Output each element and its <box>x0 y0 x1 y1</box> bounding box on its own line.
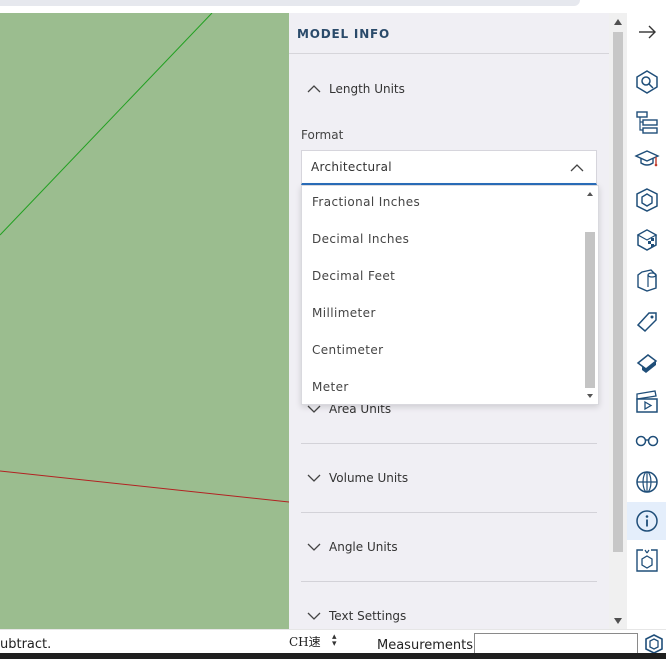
tab-shadow <box>0 0 580 6</box>
section-label: Volume Units <box>329 471 409 485</box>
measurements-label: Measurements <box>377 638 474 653</box>
scenes-button[interactable] <box>627 383 666 421</box>
section-label: Length Units <box>329 82 405 96</box>
chevron-up-icon <box>570 164 584 172</box>
scroll-down-arrow-icon[interactable] <box>587 394 593 398</box>
format-dropdown-list[interactable]: Fractional Inches Decimal Inches Decimal… <box>301 185 599 405</box>
scroll-up-arrow-icon[interactable] <box>614 19 622 25</box>
sketchup-logo-icon <box>645 634 663 654</box>
panel-scrollbar[interactable] <box>609 13 627 629</box>
viewport-axes <box>0 13 289 503</box>
dropdown-option[interactable]: Millimeter <box>312 306 376 320</box>
red-axis <box>0 470 289 503</box>
dropdown-option[interactable]: Decimal Feet <box>312 269 395 283</box>
chevron-up-icon <box>307 85 321 93</box>
outliner-button[interactable] <box>627 103 666 141</box>
model-info-icon <box>635 510 658 532</box>
status-message: ubtract. <box>0 637 52 652</box>
collapse-tray-button[interactable] <box>627 13 666 51</box>
shadows-icon <box>636 354 657 373</box>
outliner-icon <box>635 111 658 134</box>
dropdown-option[interactable]: Fractional Inches <box>312 195 420 209</box>
panel-scroll-thumb[interactable] <box>613 32 623 552</box>
top-strip <box>0 0 666 13</box>
shadows-button[interactable] <box>627 343 666 381</box>
section-length-units-header[interactable]: Length Units <box>301 74 597 104</box>
divider <box>301 443 597 444</box>
bottom-strip <box>0 653 666 659</box>
dropdown-option[interactable]: Meter <box>312 380 349 394</box>
model-info-button[interactable] <box>627 502 666 540</box>
styles-button[interactable] <box>627 261 666 299</box>
chevron-down-icon <box>307 543 321 551</box>
green-axis <box>0 13 213 236</box>
materials-button[interactable] <box>627 221 666 259</box>
section-angle-units-header[interactable]: Angle Units <box>301 532 597 562</box>
section-label: Text Settings <box>329 609 407 623</box>
entity-info-button[interactable] <box>627 63 666 101</box>
section-volume-units-header[interactable]: Volume Units <box>301 463 597 493</box>
chevron-down-icon <box>307 474 321 482</box>
divider <box>301 512 597 513</box>
model-info-2-icon <box>635 549 658 572</box>
panel-title: MODEL INFO <box>297 27 391 41</box>
chevron-down-icon <box>307 612 321 620</box>
arrow-right-icon <box>638 25 656 39</box>
scroll-up-arrow-icon[interactable] <box>587 192 593 196</box>
divider <box>301 581 597 582</box>
format-label: Format <box>301 128 344 142</box>
display-icon <box>635 435 658 447</box>
3d-viewport[interactable] <box>0 13 289 629</box>
components-button[interactable] <box>627 181 666 219</box>
ime-spinner-icon[interactable]: ▴ ▾ <box>332 633 337 649</box>
geo-location-button[interactable] <box>627 463 666 501</box>
tags-button[interactable] <box>627 303 666 341</box>
components-icon <box>635 188 658 212</box>
measurements-input[interactable] <box>474 633 638 654</box>
section-text-settings-header[interactable]: Text Settings <box>301 601 597 629</box>
instructor-button[interactable] <box>627 141 666 179</box>
format-select[interactable]: Architectural <box>301 150 597 185</box>
styles-icon <box>636 269 657 292</box>
status-bar: ubtract. CH速 ▴ ▾ Measurements <box>0 629 666 654</box>
geo-location-icon <box>635 471 658 493</box>
instructor-icon <box>633 150 660 167</box>
tray-toolbar <box>627 13 666 629</box>
section-label: Angle Units <box>329 540 398 554</box>
materials-icon <box>636 229 657 251</box>
entity-info-icon <box>635 70 658 94</box>
scenes-icon <box>635 390 658 413</box>
dropdown-option[interactable]: Centimeter <box>312 343 384 357</box>
scroll-down-arrow-icon[interactable] <box>614 618 622 624</box>
dropdown-scroll-thumb[interactable] <box>585 232 595 388</box>
model-info-2-button[interactable] <box>627 541 666 579</box>
format-select-value: Architectural <box>311 160 392 174</box>
dropdown-option[interactable]: Decimal Inches <box>312 232 409 246</box>
ime-indicator[interactable]: CH速 <box>289 633 321 650</box>
tags-icon <box>636 312 657 333</box>
panel-header: MODEL INFO <box>289 13 609 54</box>
display-button[interactable] <box>627 421 666 459</box>
